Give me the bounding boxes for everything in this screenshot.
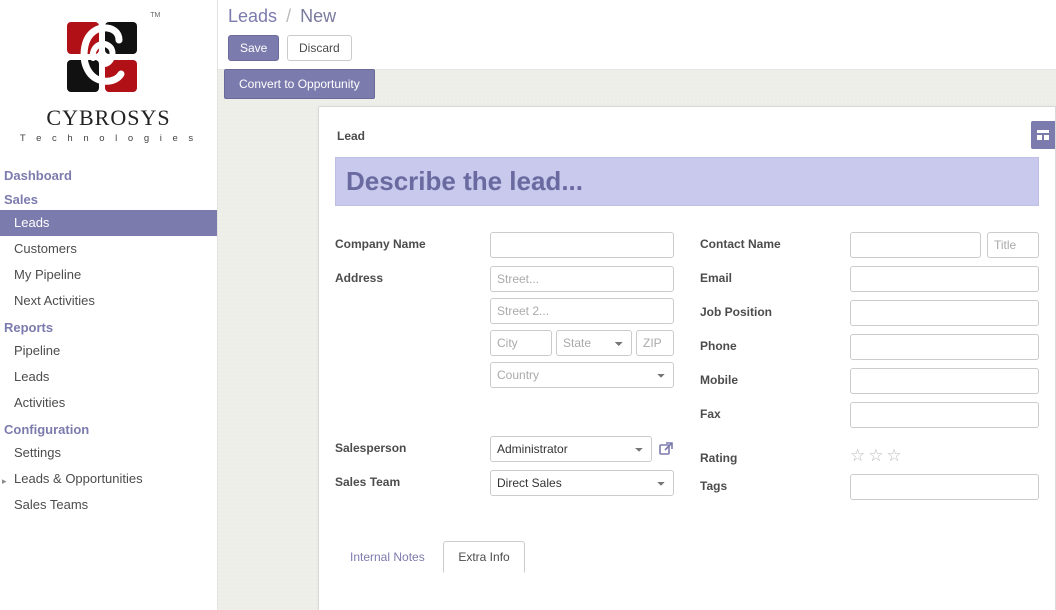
form-tabs: Internal Notes Extra Info	[335, 540, 1039, 573]
job-position-label: Job Position	[700, 300, 850, 319]
logo: TM CYBROSYS T e c h n o l o g i e s	[0, 0, 217, 164]
breadcrumb: Leads / New	[228, 6, 1046, 27]
star-icon[interactable]: ☆	[850, 446, 868, 466]
lead-title-input[interactable]	[335, 157, 1039, 206]
tags-label: Tags	[700, 474, 850, 493]
contact-name-input[interactable]	[850, 232, 981, 258]
breadcrumb-current: New	[300, 6, 336, 26]
nav-leads-opportunities-label: Leads & Opportunities	[14, 471, 143, 486]
city-input[interactable]	[490, 330, 552, 356]
zip-input[interactable]	[636, 330, 674, 356]
nav-pipeline[interactable]: Pipeline	[0, 338, 217, 364]
company-name-input[interactable]	[490, 232, 674, 258]
fax-input[interactable]	[850, 402, 1039, 428]
breadcrumb-root[interactable]: Leads	[228, 6, 277, 26]
company-name-label: Company Name	[335, 232, 490, 251]
nav-sales-teams[interactable]: Sales Teams	[0, 492, 217, 518]
nav-leads[interactable]: Leads	[0, 210, 217, 236]
address-label: Address	[335, 266, 490, 285]
kanban-toggle-icon[interactable]	[1031, 121, 1055, 149]
nav-dashboard[interactable]: Dashboard	[0, 164, 217, 186]
tab-extra-info[interactable]: Extra Info	[443, 541, 524, 573]
nav-next-activities[interactable]: Next Activities	[0, 288, 217, 314]
logo-mark-icon	[57, 18, 147, 96]
logo-text: CYBROSYS	[8, 105, 209, 131]
tab-internal-notes[interactable]: Internal Notes	[335, 541, 440, 573]
nav-customers[interactable]: Customers	[0, 236, 217, 262]
caret-icon: ▸	[2, 472, 7, 490]
external-link-icon[interactable]	[658, 441, 674, 457]
card-title-label: Lead	[335, 125, 1039, 157]
email-input[interactable]	[850, 266, 1039, 292]
convert-to-opportunity-button[interactable]: Convert to Opportunity	[224, 69, 375, 99]
rating-stars[interactable]: ☆☆☆	[850, 446, 1039, 466]
fax-label: Fax	[700, 402, 850, 421]
nav-leads-opportunities[interactable]: ▸ Leads & Opportunities	[0, 466, 217, 492]
nav-activities[interactable]: Activities	[0, 390, 217, 416]
street-input[interactable]	[490, 266, 674, 292]
salesperson-select[interactable]	[490, 436, 652, 462]
discard-button[interactable]: Discard	[287, 35, 352, 61]
email-label: Email	[700, 266, 850, 285]
nav-sales-header[interactable]: Sales	[0, 188, 217, 210]
tags-input[interactable]	[850, 474, 1039, 500]
breadcrumb-bar: Leads / New Save Discard	[218, 0, 1056, 70]
phone-label: Phone	[700, 334, 850, 353]
street2-input[interactable]	[490, 298, 674, 324]
sales-team-label: Sales Team	[335, 470, 490, 489]
form-card: Lead Company Name Address	[318, 106, 1056, 610]
star-icon[interactable]: ☆	[887, 446, 905, 466]
sales-team-select[interactable]	[490, 470, 674, 496]
contact-title-input[interactable]	[987, 232, 1039, 258]
sidebar: TM CYBROSYS T e c h n o l o g i e s Dash…	[0, 0, 218, 610]
logo-tm: TM	[150, 12, 160, 19]
breadcrumb-separator: /	[286, 6, 291, 26]
nav-configuration-header[interactable]: Configuration	[0, 418, 217, 440]
save-button[interactable]: Save	[228, 35, 279, 61]
phone-input[interactable]	[850, 334, 1039, 360]
salesperson-label: Salesperson	[335, 436, 490, 455]
star-icon[interactable]: ☆	[868, 446, 886, 466]
contact-name-label: Contact Name	[700, 232, 850, 251]
job-position-input[interactable]	[850, 300, 1039, 326]
rating-label: Rating	[700, 446, 850, 465]
country-select[interactable]	[490, 362, 674, 388]
logo-subtext: T e c h n o l o g i e s	[8, 133, 209, 144]
nav-my-pipeline[interactable]: My Pipeline	[0, 262, 217, 288]
state-select[interactable]	[556, 330, 632, 356]
mobile-label: Mobile	[700, 368, 850, 387]
nav-settings[interactable]: Settings	[0, 440, 217, 466]
main: Leads / New Save Discard Convert to Oppo…	[218, 0, 1056, 610]
nav-reports-header[interactable]: Reports	[0, 316, 217, 338]
nav-reports-leads[interactable]: Leads	[0, 364, 217, 390]
mobile-input[interactable]	[850, 368, 1039, 394]
